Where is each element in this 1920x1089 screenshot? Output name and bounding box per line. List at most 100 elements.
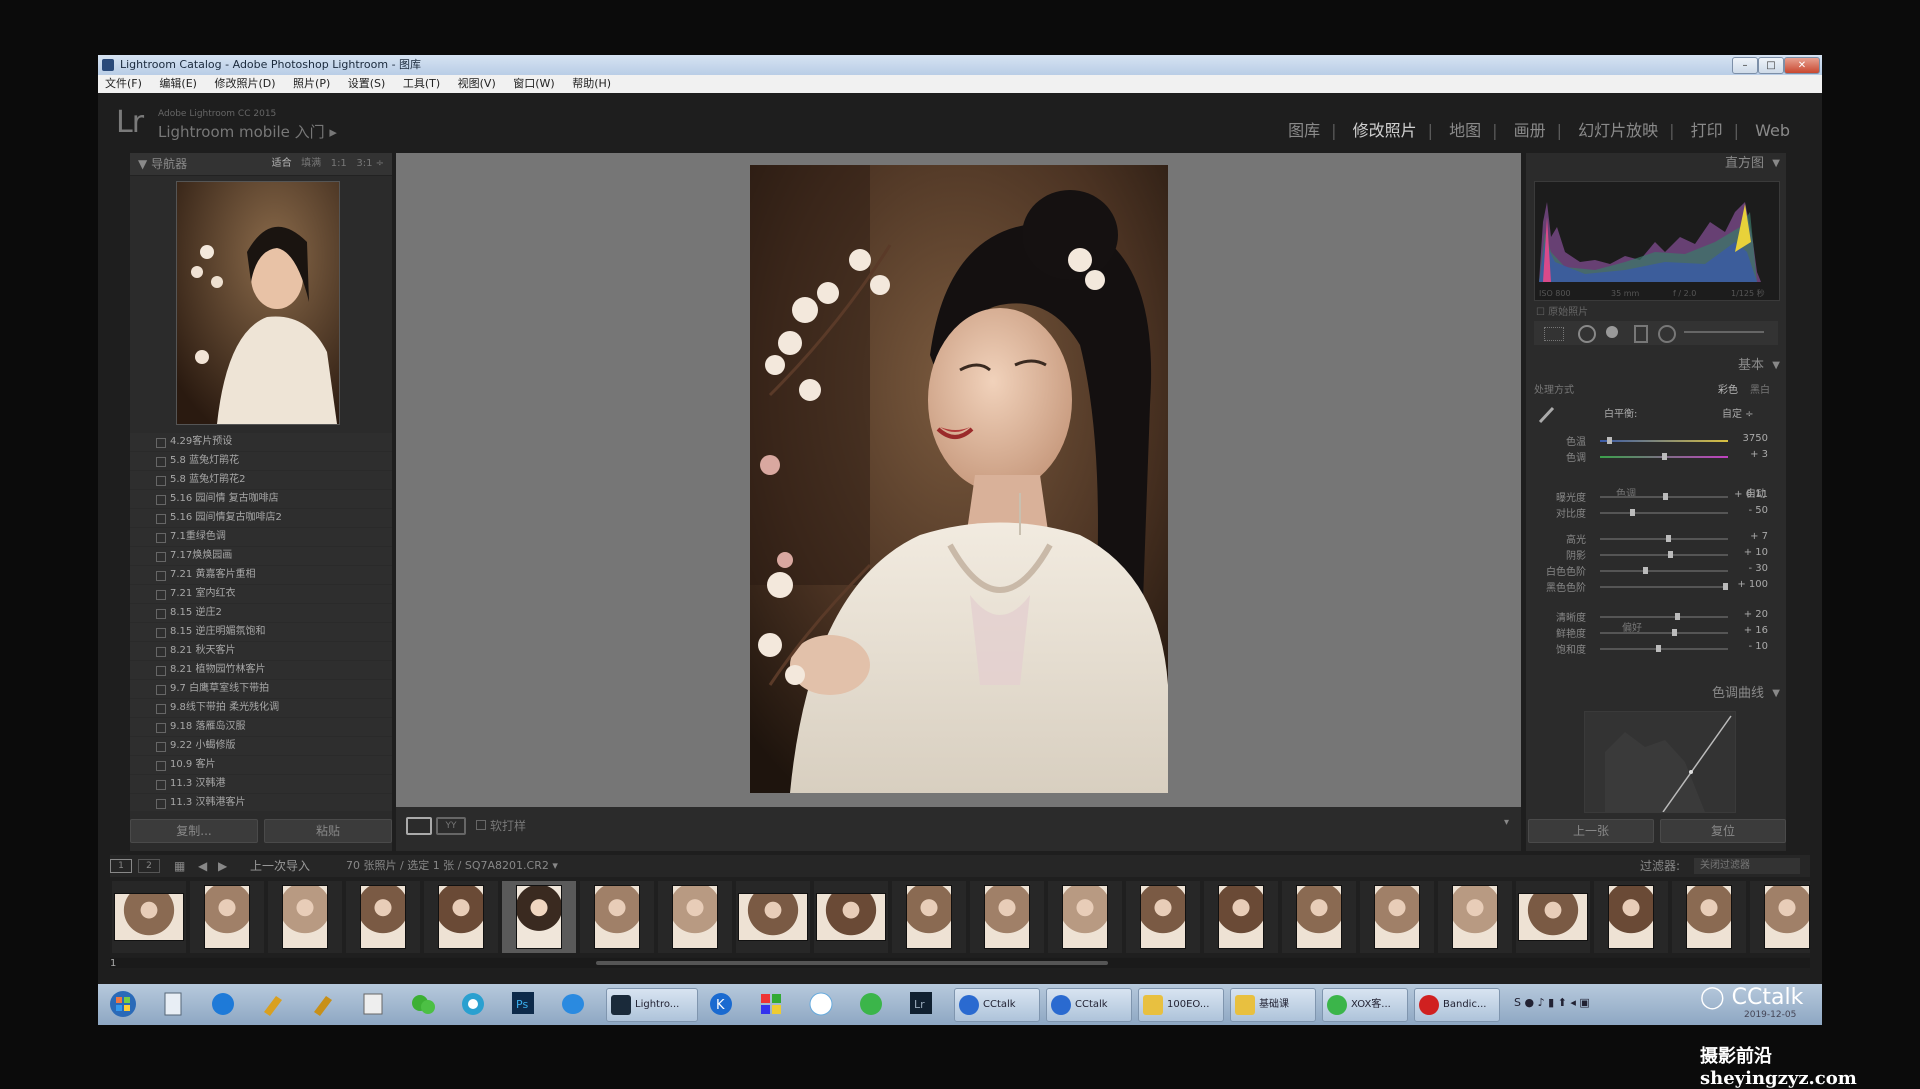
preset-item[interactable]: 7.17焕焕园画 (130, 547, 392, 566)
preset-item[interactable]: 8.21 植物园竹林客片 (130, 661, 392, 680)
screen-2-button[interactable]: 2 (138, 859, 160, 873)
image-view[interactable] (396, 153, 1521, 807)
taskbar-lightroom[interactable]: Lightro... (606, 988, 698, 1022)
menu-tools[interactable]: 工具(T) (403, 77, 440, 90)
preset-item[interactable]: 9.22 小蝎修版 (130, 737, 392, 756)
filmstrip-thumbnail[interactable] (112, 881, 186, 953)
slider-knob[interactable] (1655, 645, 1661, 652)
slider-knob[interactable] (1662, 453, 1667, 460)
menu-edit[interactable]: 编辑(E) (159, 77, 197, 90)
slider-track[interactable] (1600, 613, 1728, 620)
filmstrip-scroll-thumb[interactable] (596, 961, 1108, 965)
spot-removal-icon[interactable] (1578, 325, 1596, 343)
crop-icon[interactable] (1544, 327, 1564, 341)
wb-dropdown[interactable]: 自定 ÷ (1722, 405, 1754, 420)
title-bar[interactable]: Lightroom Catalog - Adobe Photoshop Ligh… (98, 55, 1822, 75)
wechat-icon[interactable] (406, 988, 444, 1020)
histogram[interactable]: ISO 800 35 mm f / 2.0 1/125 秒 (1534, 181, 1780, 301)
preset-item[interactable]: 9.7 白鹰草室线下带拍 (130, 680, 392, 699)
slider-track[interactable] (1600, 567, 1728, 574)
menu-file[interactable]: 文件(F) (105, 77, 142, 90)
preset-item[interactable]: 4.29客片预设 (130, 433, 392, 452)
preset-item[interactable]: 11.3 汉韩港客片 (130, 794, 392, 811)
radial-filter-icon[interactable] (1658, 325, 1676, 343)
loupe-view-icon[interactable] (406, 817, 432, 835)
treatment-bw[interactable]: 黑白 (1750, 381, 1770, 396)
filter-dropdown[interactable]: 关闭过滤器 (1694, 858, 1800, 874)
slider-knob[interactable] (1668, 551, 1674, 558)
taskbar-folder-2[interactable]: 基础课 (1230, 988, 1316, 1022)
filmstrip-thumbnail[interactable] (1282, 881, 1356, 953)
menu-settings[interactable]: 设置(S) (348, 77, 386, 90)
redeye-icon[interactable] (1606, 326, 1618, 338)
filmstrip-thumbnail[interactable] (1438, 881, 1512, 953)
slider-knob[interactable] (1672, 629, 1678, 636)
slider-track[interactable] (1600, 629, 1728, 636)
preset-item[interactable]: 7.21 室内红衣 (130, 585, 392, 604)
wb-eyedropper-icon[interactable] (1536, 403, 1558, 425)
filmstrip-thumbnail[interactable] (892, 881, 966, 953)
slider-value[interactable]: - 10 (1728, 641, 1768, 652)
taskbar-xox[interactable]: XOX客... (1322, 988, 1408, 1022)
toolbar-dropdown-icon[interactable]: ▾ (1504, 817, 1509, 828)
taskbar-cctalk-1[interactable]: CCtalk (954, 988, 1040, 1022)
navigator-header[interactable]: ▼ 导航器 适合 填满 1:1 3:1 ÷ (130, 153, 392, 176)
treatment-color[interactable]: 彩色 (1718, 381, 1738, 396)
filmstrip-thumbnail[interactable] (424, 881, 498, 953)
calendar-icon[interactable] (356, 988, 394, 1020)
grid-icon[interactable]: ▦ (174, 855, 185, 877)
slider-value[interactable]: - 30 (1728, 563, 1768, 574)
filmstrip-thumbnail[interactable] (1594, 881, 1668, 953)
slider-track[interactable] (1600, 453, 1728, 460)
preset-item[interactable]: 5.16 园间情复古咖啡店2 (130, 509, 392, 528)
tool-icon[interactable] (256, 988, 294, 1020)
preset-item[interactable]: 9.18 落雁岛汉服 (130, 718, 392, 737)
navigator-preview[interactable] (176, 181, 340, 425)
filmstrip-thumbnail[interactable] (1750, 881, 1810, 953)
close-button[interactable]: ✕ (1784, 57, 1820, 74)
filmstrip-thumbnail[interactable] (658, 881, 732, 953)
softproof-checkbox[interactable] (476, 820, 486, 830)
previous-button[interactable]: 上一张 (1528, 819, 1654, 843)
grid-app-icon[interactable] (754, 988, 792, 1020)
filmstrip-thumbnail[interactable] (1516, 881, 1590, 953)
slider-value[interactable]: + 0.11 (1728, 489, 1768, 500)
mobile-link[interactable]: Lightroom mobile 入门 ▸ (158, 121, 337, 142)
file-manager-icon[interactable] (156, 988, 194, 1020)
lightroom-taskbar-icon[interactable]: Lr (904, 988, 942, 1020)
slider-track[interactable] (1600, 493, 1728, 500)
slider-track[interactable] (1600, 437, 1728, 444)
menu-develop[interactable]: 修改照片(D) (214, 77, 275, 90)
tone-curve-header[interactable]: 色调曲线 ▼ (1526, 683, 1786, 705)
histogram-header[interactable]: 直方图 ▼ (1526, 153, 1786, 175)
screen-1-button[interactable]: 1 (110, 859, 132, 873)
filmstrip-thumbnail[interactable] (1672, 881, 1746, 953)
menu-photo[interactable]: 照片(P) (293, 77, 330, 90)
filmstrip-thumbnail[interactable] (502, 881, 576, 953)
globe-icon[interactable] (206, 988, 244, 1020)
module-book[interactable]: 画册 (1514, 121, 1546, 140)
slider-track[interactable] (1600, 535, 1728, 542)
preset-item[interactable]: 7.21 黄嘉客片重相 (130, 566, 392, 585)
filmstrip-thumbnail[interactable] (190, 881, 264, 953)
preset-item[interactable]: 5.8 蓝兔灯鹃花 (130, 452, 392, 471)
menu-view[interactable]: 视图(V) (458, 77, 496, 90)
filmstrip-thumbnail[interactable] (814, 881, 888, 953)
filmstrip-thumbnail[interactable] (1126, 881, 1200, 953)
preset-item[interactable]: 8.15 逆庄2 (130, 604, 392, 623)
slider-value[interactable]: + 16 (1728, 625, 1768, 636)
filmstrip-thumbnail[interactable] (346, 881, 420, 953)
slider-track[interactable] (1600, 551, 1728, 558)
back-arrow-icon[interactable]: ◀ (198, 855, 207, 877)
preset-item[interactable]: 5.8 蓝兔灯鹃花2 (130, 471, 392, 490)
forward-arrow-icon[interactable]: ▶ (218, 855, 227, 877)
menu-window[interactable]: 窗口(W) (513, 77, 554, 90)
start-button[interactable] (106, 988, 144, 1020)
slider-value[interactable]: - 50 (1728, 505, 1768, 516)
filmstrip-thumbnail[interactable] (736, 881, 810, 953)
maximize-button[interactable]: □ (1758, 57, 1784, 74)
source-label[interactable]: 上一次导入 (250, 855, 310, 877)
slider-value[interactable]: + 7 (1728, 531, 1768, 542)
slider-track[interactable] (1600, 509, 1728, 516)
module-develop[interactable]: 修改照片 (1353, 121, 1417, 140)
